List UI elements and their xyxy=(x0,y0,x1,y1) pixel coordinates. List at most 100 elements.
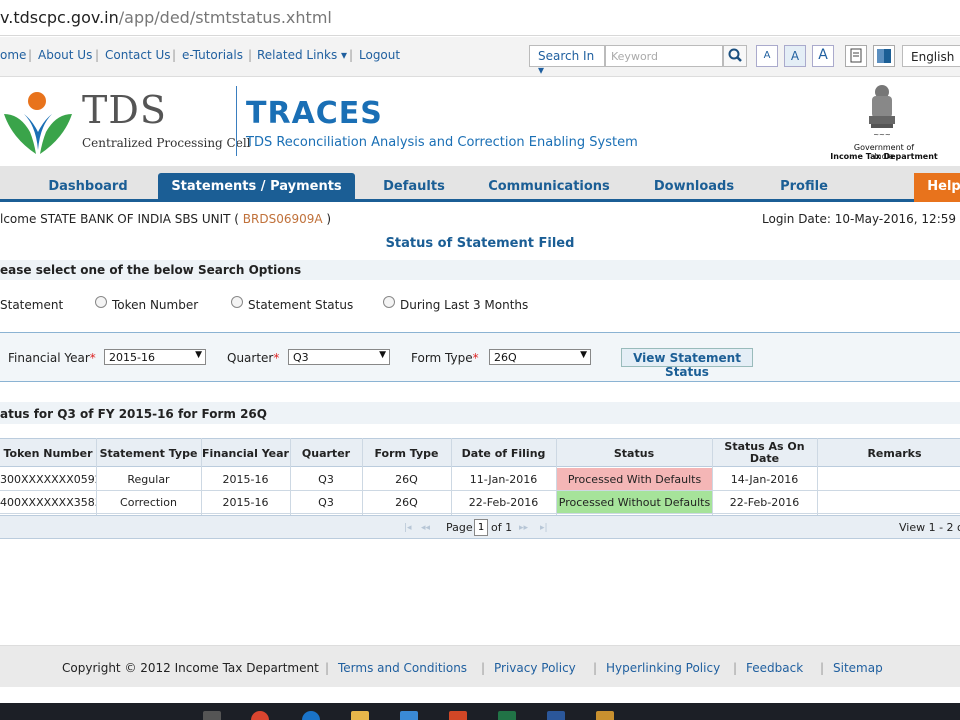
app-icon[interactable] xyxy=(596,711,614,720)
cell-type: Correction xyxy=(120,496,177,509)
results-table-header: Token Number Statement Type Financial Ye… xyxy=(0,438,960,467)
column-header[interactable]: Remarks xyxy=(817,447,960,460)
option-statement-status-label[interactable]: Statement Status xyxy=(248,298,353,312)
prev-page-icon[interactable]: ◂◂ xyxy=(421,523,430,533)
hyperlinking-policy-link[interactable]: Hyperlinking Policy xyxy=(606,661,720,675)
table-row[interactable]: 400XXXXXXX3583 Correction 2015-16 Q3 26Q… xyxy=(0,491,960,514)
dropdown-arrow-icon: ▼ xyxy=(580,350,587,360)
column-divider xyxy=(290,438,291,515)
option-statement-label[interactable]: Statement xyxy=(0,298,63,312)
quarter-value: Q3 xyxy=(293,351,309,364)
browser-address-bar[interactable]: v.tdscpc.gov.in/app/ded/stmtstatus.xhtml xyxy=(0,0,960,36)
financial-year-select[interactable]: 2015-16 ▼ xyxy=(104,349,206,365)
form-type-label-text: Form Type xyxy=(411,351,473,365)
welcome-message: lcome STATE BANK OF INDIA SBS UNIT ( BRD… xyxy=(0,212,331,226)
option-last-3-months-radio[interactable] xyxy=(383,296,395,308)
option-last-3-months-label[interactable]: During Last 3 Months xyxy=(400,298,528,312)
column-header[interactable]: Quarter xyxy=(290,447,362,460)
word-icon[interactable] xyxy=(547,711,565,720)
font-small-button[interactable]: A xyxy=(756,45,778,67)
url-path: /app/ded/stmtstatus.xhtml xyxy=(118,8,332,27)
powerpoint-icon[interactable] xyxy=(449,711,467,720)
option-statement-status-radio[interactable] xyxy=(231,296,243,308)
chrome-icon[interactable] xyxy=(251,711,269,720)
link-separator: | xyxy=(349,48,354,62)
url-text[interactable]: v.tdscpc.gov.in/app/ded/stmtstatus.xhtml xyxy=(0,8,332,27)
search-button[interactable] xyxy=(723,45,747,67)
login-date: Login Date: 10-May-2016, 12:59 PM xyxy=(762,212,960,226)
national-emblem-icon: ~~~ xyxy=(869,85,895,139)
column-header[interactable]: Financial Year xyxy=(201,447,290,460)
brand-header: TDS Centralized Processing Cell TRACES T… xyxy=(0,78,960,166)
document-icon xyxy=(850,48,862,63)
main-navigation: Dashboard Statements / Payments Defaults… xyxy=(0,166,960,202)
column-divider xyxy=(201,438,202,515)
view-statement-status-button[interactable]: View Statement Status xyxy=(621,348,753,379)
column-header[interactable]: Token Number xyxy=(0,447,96,460)
store-icon[interactable] xyxy=(400,711,418,720)
cell-token: 400XXXXXXX3583 xyxy=(0,496,96,509)
tab-downloads[interactable]: Downloads xyxy=(640,166,748,202)
contact-us-link[interactable]: Contact Us xyxy=(105,48,171,62)
tab-communications[interactable]: Communications xyxy=(478,166,620,202)
first-page-icon[interactable]: |◂ xyxy=(404,523,412,533)
column-header[interactable]: Status xyxy=(556,447,712,460)
traces-subtitle: TDS Reconciliation Analysis and Correcti… xyxy=(246,135,638,150)
language-select[interactable]: English xyxy=(902,45,960,67)
privacy-policy-link[interactable]: Privacy Policy xyxy=(494,661,576,675)
search-options-heading: ease select one of the below Search Opti… xyxy=(0,263,302,277)
column-header[interactable]: Statement Type xyxy=(96,447,201,460)
column-header[interactable]: Form Type xyxy=(362,447,451,460)
font-large-button[interactable]: A xyxy=(812,45,834,67)
about-us-link[interactable]: About Us xyxy=(38,48,92,62)
accessibility-button[interactable] xyxy=(845,45,867,67)
next-page-icon[interactable]: ▸▸ xyxy=(519,523,528,533)
home-link[interactable]: ome xyxy=(0,48,26,62)
footer-separator: | xyxy=(733,661,738,675)
link-separator: | xyxy=(172,48,177,62)
option-token-number-label[interactable]: Token Number xyxy=(112,298,198,312)
keyword-search-input[interactable]: Keyword xyxy=(605,45,723,67)
table-row[interactable]: 300XXXXXXX0592 Regular 2015-16 Q3 26Q 11… xyxy=(0,468,960,491)
last-page-icon[interactable]: ▸| xyxy=(540,523,548,533)
quarter-select[interactable]: Q3 ▼ xyxy=(288,349,390,365)
column-header[interactable]: Status As On Date xyxy=(712,441,817,465)
feedback-link[interactable]: Feedback xyxy=(746,661,803,675)
option-token-number-radio[interactable] xyxy=(95,296,107,308)
table-pager: |◂ ◂◂ Page 1 of 1 ▸▸ ▸| View 1 - 2 of xyxy=(0,515,960,539)
os-taskbar xyxy=(0,703,960,720)
form-type-select[interactable]: 26Q ▼ xyxy=(489,349,591,365)
page-number-input[interactable]: 1 xyxy=(474,519,488,536)
tab-statements-payments[interactable]: Statements / Payments xyxy=(158,173,355,202)
footer-separator: | xyxy=(593,661,598,675)
form-type-value: 26Q xyxy=(494,351,517,364)
records-count: View 1 - 2 of xyxy=(899,521,960,534)
column-divider xyxy=(96,438,97,515)
file-explorer-icon[interactable] xyxy=(351,711,369,720)
cell-filed: 22-Feb-2016 xyxy=(468,496,539,509)
font-medium-button[interactable]: A xyxy=(784,45,806,67)
search-in-dropdown[interactable]: Search In ▾ xyxy=(529,45,605,77)
link-separator: | xyxy=(28,48,33,62)
e-tutorials-link[interactable]: e-Tutorials xyxy=(182,48,243,62)
column-header[interactable]: Date of Filing xyxy=(451,447,556,460)
search-icon xyxy=(728,48,742,62)
tab-profile[interactable]: Profile xyxy=(765,166,843,202)
cell-quarter: Q3 xyxy=(318,496,334,509)
contrast-button[interactable] xyxy=(873,45,895,67)
contrast-icon xyxy=(877,49,891,63)
excel-icon[interactable] xyxy=(498,711,516,720)
related-links-menu[interactable]: Related Links ▾ xyxy=(257,48,347,62)
terms-link[interactable]: Terms and Conditions xyxy=(338,661,467,675)
cell-status: Processed With Defaults xyxy=(557,468,712,490)
form-type-label: Form Type* xyxy=(411,351,479,365)
welcome-text: lcome STATE BANK OF INDIA SBS UNIT ( xyxy=(0,212,243,226)
edge-icon[interactable] xyxy=(302,711,320,720)
page-title: Status of Statement Filed xyxy=(385,236,575,251)
help-button[interactable]: Help xyxy=(914,173,960,202)
logout-link[interactable]: Logout xyxy=(359,48,400,62)
task-view-icon[interactable] xyxy=(203,711,221,720)
tab-defaults[interactable]: Defaults xyxy=(372,166,456,202)
tab-dashboard[interactable]: Dashboard xyxy=(38,166,138,202)
sitemap-link[interactable]: Sitemap xyxy=(833,661,883,675)
